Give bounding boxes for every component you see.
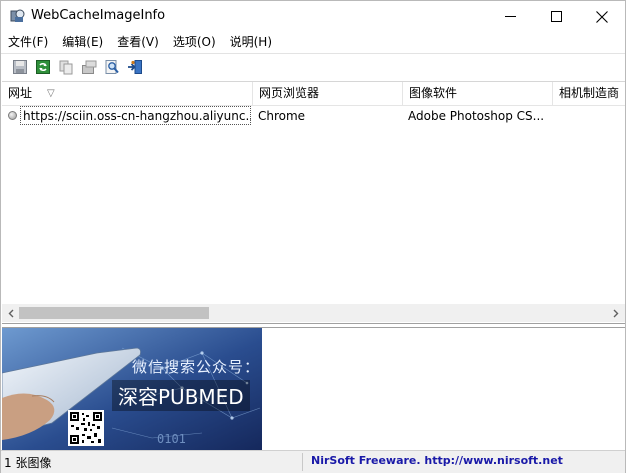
scroll-left-button[interactable] bbox=[2, 304, 19, 322]
sort-indicator-icon: ▽ bbox=[47, 88, 55, 99]
status-bar: 1 张图像 NirSoft Freeware. http://www.nirso… bbox=[1, 450, 625, 473]
refresh-icon bbox=[35, 60, 50, 74]
column-header-label: 图像软件 bbox=[409, 86, 458, 100]
copy-button[interactable] bbox=[54, 56, 77, 78]
column-header-label: 相机制造商 bbox=[559, 86, 620, 100]
column-header-software[interactable]: 图像软件 bbox=[403, 82, 553, 105]
find-icon bbox=[105, 60, 119, 74]
refresh-button[interactable] bbox=[31, 56, 54, 78]
cell-camera bbox=[558, 106, 624, 126]
column-header-label: 网址 bbox=[8, 86, 33, 100]
save-button[interactable] bbox=[8, 56, 31, 78]
menu-bar: 文件(F) 编辑(E) 查看(V) 选项(O) 说明(H) bbox=[1, 32, 625, 52]
horizontal-scrollbar[interactable] bbox=[2, 304, 625, 322]
image-list[interactable]: 网址 ▽ 网页浏览器 图像软件 相机制造商 https://sciin.oss-… bbox=[2, 81, 625, 324]
nirsoft-link[interactable]: NirSoft Freeware. http://www.nirsoft.net bbox=[311, 454, 563, 467]
maximize-button[interactable] bbox=[533, 1, 579, 32]
minimize-icon bbox=[504, 16, 516, 17]
chevron-right-icon bbox=[613, 309, 618, 317]
copy-icon bbox=[59, 60, 72, 75]
properties-button[interactable] bbox=[77, 56, 100, 78]
scroll-right-button[interactable] bbox=[607, 304, 624, 322]
image-preview-pane: 微信搜索公众号： 深容PUBMED 0101 bbox=[2, 327, 625, 450]
menu-help[interactable]: 说明(H) bbox=[223, 32, 279, 52]
toolbar bbox=[1, 53, 625, 80]
exit-icon bbox=[127, 60, 142, 74]
cell-software: Adobe Photoshop CS... bbox=[408, 109, 545, 123]
main-window: WebCacheImageInfo 文件(F) 编辑(E) 查看(V) 选项(O… bbox=[0, 0, 626, 473]
find-button[interactable] bbox=[100, 56, 123, 78]
title-bar: WebCacheImageInfo bbox=[1, 1, 625, 32]
banner-line1: 微信搜索公众号： bbox=[132, 358, 261, 376]
scroll-thumb[interactable] bbox=[19, 307, 209, 319]
banner-digits: 0101 bbox=[157, 432, 186, 446]
app-icon bbox=[10, 9, 25, 22]
maximize-icon bbox=[550, 11, 562, 22]
exit-button[interactable] bbox=[123, 56, 146, 78]
menu-file[interactable]: 文件(F) bbox=[1, 32, 55, 52]
menu-edit[interactable]: 编辑(E) bbox=[55, 32, 110, 52]
status-separator bbox=[302, 453, 303, 471]
table-row[interactable]: https://sciin.oss-cn-hangzhou.aliyunc...… bbox=[2, 106, 625, 126]
list-header: 网址 ▽ 网页浏览器 图像软件 相机制造商 bbox=[2, 82, 625, 106]
minimize-button[interactable] bbox=[487, 1, 533, 32]
banner-line2: 深容PUBMED bbox=[112, 380, 250, 411]
column-header-browser[interactable]: 网页浏览器 bbox=[253, 82, 403, 105]
window-title: WebCacheImageInfo bbox=[31, 8, 166, 23]
menu-view[interactable]: 查看(V) bbox=[110, 32, 166, 52]
column-header-camera[interactable]: 相机制造商 bbox=[553, 82, 625, 105]
cell-url: https://sciin.oss-cn-hangzhou.aliyunc... bbox=[23, 109, 251, 123]
column-header-label: 网页浏览器 bbox=[259, 86, 320, 100]
status-item-count: 1 张图像 bbox=[4, 456, 52, 470]
menu-options[interactable]: 选项(O) bbox=[166, 32, 223, 52]
properties-icon bbox=[81, 60, 96, 74]
close-icon bbox=[596, 10, 608, 23]
item-state-icon bbox=[8, 111, 17, 120]
column-header-url[interactable]: 网址 ▽ bbox=[2, 82, 253, 105]
close-button[interactable] bbox=[579, 1, 625, 32]
save-icon bbox=[12, 60, 27, 74]
chevron-left-icon bbox=[8, 309, 13, 317]
cell-browser: Chrome bbox=[258, 109, 306, 123]
preview-image: 微信搜索公众号： 深容PUBMED 0101 bbox=[2, 328, 262, 450]
